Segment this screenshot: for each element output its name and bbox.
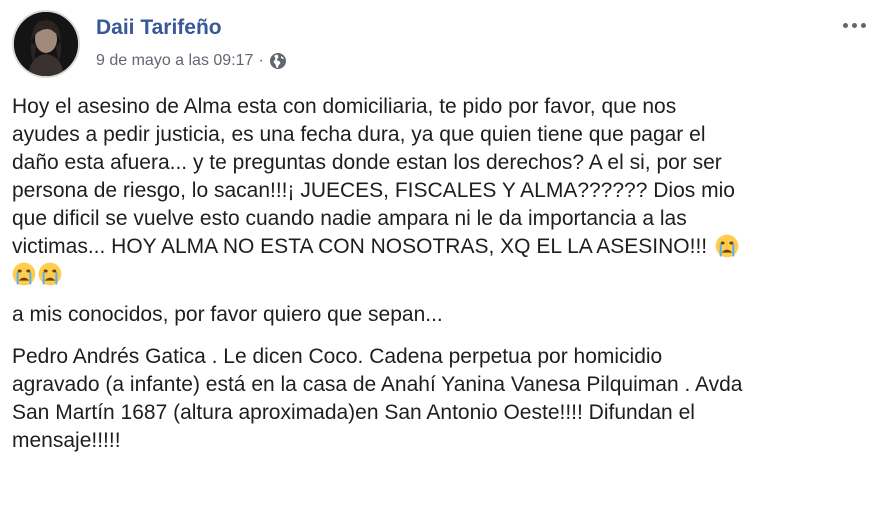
text-line: agravado (a infante) está en la casa de … (12, 373, 743, 396)
text-line: persona de riesgo, lo sacan!!!¡ JUECES, … (12, 179, 735, 202)
text-line: victimas... HOY ALMA NO ESTA CON NOSOTRA… (12, 235, 713, 258)
post-paragraph-1: Hoy el asesino de Alma esta con domicili… (12, 93, 880, 289)
crying-face-emoji (12, 262, 36, 286)
more-horizontal-icon (842, 22, 848, 28)
crying-face-emoji (715, 234, 739, 258)
post-paragraph-2: a mis conocidos, por favor quiero que se… (12, 301, 880, 329)
post-timestamp[interactable]: 9 de mayo a las 09:17 (96, 52, 253, 70)
post-header: Daii Tarifeño 9 de mayo a las 09:17 · (12, 10, 872, 82)
text-line: daño esta afuera... y te preguntas donde… (12, 151, 722, 174)
text-line: a mis conocidos, por favor quiero que se… (12, 303, 443, 326)
post-body: Hoy el asesino de Alma esta con domicili… (12, 93, 880, 469)
author-name[interactable]: Daii Tarifeño (96, 16, 222, 40)
more-options-button[interactable] (836, 14, 872, 36)
text-line: ayudes a pedir justicia, es una fecha du… (12, 123, 706, 146)
post-paragraph-3: Pedro Andrés Gatica . Le dicen Coco. Cad… (12, 343, 880, 455)
profile-picture (14, 12, 78, 76)
post-meta: 9 de mayo a las 09:17 · (96, 52, 287, 70)
text-line: mensaje!!!!! (12, 429, 121, 452)
text-line: que dificil se vuelve esto cuando nadie … (12, 207, 687, 230)
text-line-with-emoji: victimas... HOY ALMA NO ESTA CON NOSOTRA… (12, 233, 880, 261)
text-line: Hoy el asesino de Alma esta con domicili… (12, 95, 677, 118)
crying-face-emoji (38, 262, 62, 286)
text-line: Pedro Andrés Gatica . Le dicen Coco. Cad… (12, 345, 663, 368)
facebook-post: Daii Tarifeño 9 de mayo a las 09:17 · Ho… (0, 0, 889, 523)
meta-separator: · (258, 52, 264, 69)
avatar[interactable] (12, 10, 80, 78)
globe-icon[interactable] (269, 52, 287, 70)
text-line: San Martín 1687 (altura aproximada)en Sa… (12, 401, 695, 424)
emoji-line (12, 261, 880, 289)
